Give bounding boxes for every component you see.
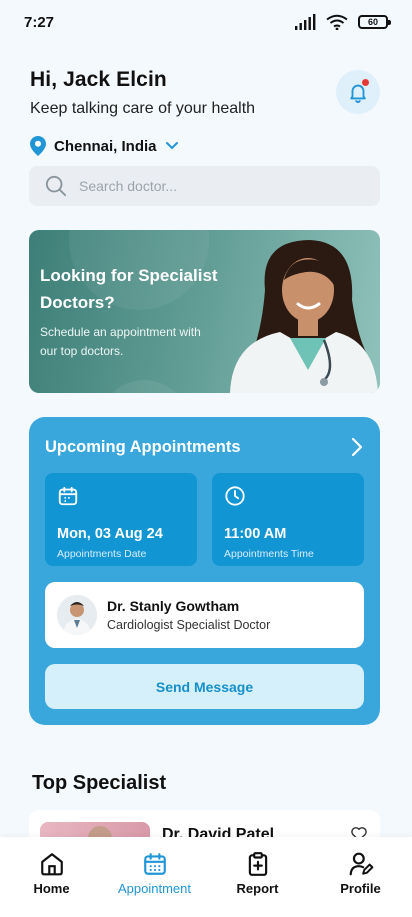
calendar-icon <box>143 853 166 875</box>
appointments-title: Upcoming Appointments <box>45 437 241 456</box>
clock: 7:27 <box>24 13 55 31</box>
nav-home[interactable]: Home <box>2 851 102 896</box>
doctor-avatar-image <box>57 595 97 635</box>
search-bar[interactable] <box>29 166 380 206</box>
notification-dot <box>362 79 369 86</box>
search-input[interactable] <box>79 178 339 194</box>
calendar-icon <box>58 486 78 506</box>
nav-profile[interactable]: Profile <box>311 851 411 896</box>
doctor-avatar <box>57 595 97 635</box>
status-icons: 60 <box>294 14 391 30</box>
appointments-header: Upcoming Appointments <box>45 437 364 457</box>
location-pin-icon <box>30 136 46 156</box>
appointment-date-label: Appointments Date <box>57 548 147 560</box>
profile-icon <box>349 852 373 876</box>
doctor-name: Dr. Stanly Gowtham <box>107 598 240 614</box>
appointment-date-value: Mon, 03 Aug 24 <box>57 526 163 542</box>
battery-indicator: 60 <box>358 15 391 29</box>
status-bar: 7:27 60 <box>0 0 412 44</box>
greeting-title: Hi, Jack Elcin <box>30 68 167 91</box>
search-icon <box>45 175 67 197</box>
banner-title: Looking for Specialist Doctors? <box>40 266 218 312</box>
nav-home-label: Home <box>33 881 70 896</box>
nav-report[interactable]: Report <box>208 851 308 896</box>
home-icon <box>40 853 63 876</box>
banner-decoration <box>99 380 189 393</box>
nav-appointment-label: Appointment <box>118 881 191 896</box>
banner-subtitle: Schedule an appointment with our top doc… <box>40 325 201 358</box>
appointment-time-label: Appointments Time <box>224 548 314 560</box>
doctor-info: Dr. Stanly Gowtham Cardiologist Speciali… <box>107 598 270 632</box>
wifi-icon <box>326 14 348 30</box>
greeting-subtitle: Keep talking care of your health <box>30 100 256 117</box>
nav-profile-label: Profile <box>340 881 381 896</box>
clock-icon <box>225 486 245 506</box>
nav-appointment[interactable]: Appointment <box>105 851 205 896</box>
send-message-button[interactable]: Send Message <box>45 664 364 709</box>
signal-icon <box>295 14 316 30</box>
battery-level: 60 <box>367 17 378 27</box>
chevron-down-icon <box>165 142 178 150</box>
nav-report-label: Report <box>236 881 279 896</box>
notification-button[interactable] <box>336 70 380 114</box>
appointment-doctor-card[interactable]: Dr. Stanly Gowtham Cardiologist Speciali… <box>45 582 364 648</box>
bottom-navigation: Home Appointment Report Profile <box>0 837 412 917</box>
doctor-specialty: Cardiologist Specialist Doctor <box>107 618 271 632</box>
location-label: Chennai, India <box>54 137 157 155</box>
specialist-banner[interactable]: Looking for Specialist Doctors? Schedule… <box>29 230 380 393</box>
appointment-time-tile: 11:00 AM Appointments Time <box>212 473 364 566</box>
chevron-right-icon[interactable] <box>350 437 364 457</box>
greeting: Hi, Jack Elcin Keep talking care of your… <box>30 68 255 118</box>
upcoming-appointments-card: Upcoming Appointments Mon, 03 Aug 24 App… <box>29 417 380 725</box>
doctor-illustration <box>230 240 378 393</box>
appointment-time-value: 11:00 AM <box>224 526 287 542</box>
report-icon <box>248 852 267 876</box>
appointment-date-tile: Mon, 03 Aug 24 Appointments Date <box>45 473 197 566</box>
top-specialist-title: Top Specialist <box>32 772 167 794</box>
location-selector[interactable]: Chennai, India <box>30 136 179 156</box>
